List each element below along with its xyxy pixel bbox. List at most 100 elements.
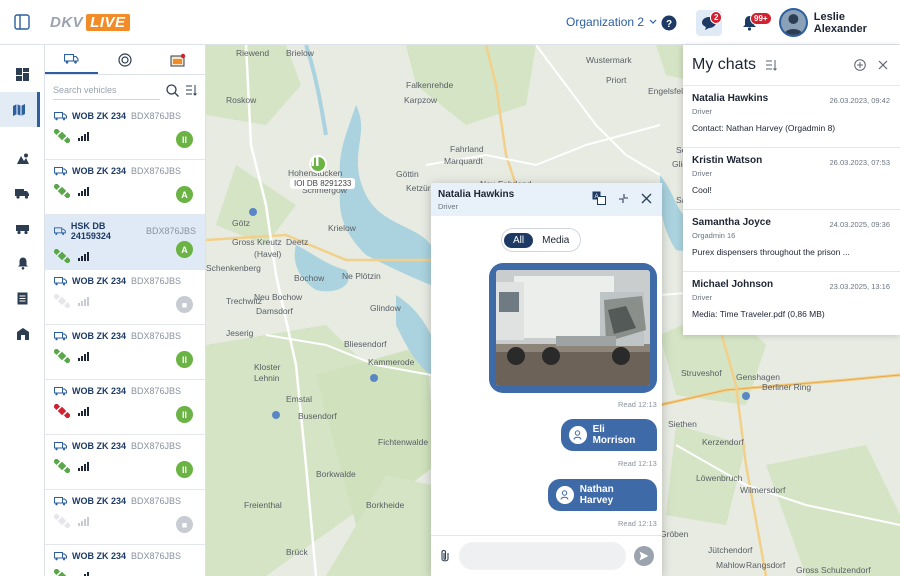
sidebar-toggle-button[interactable] bbox=[0, 0, 44, 44]
organization-selector[interactable]: Organization 2 bbox=[566, 15, 657, 29]
vehicle-plate: WOB ZK 234 bbox=[72, 551, 127, 561]
truck-icon bbox=[54, 111, 67, 120]
tab-fuel-cards[interactable] bbox=[152, 45, 205, 74]
places-icon bbox=[16, 153, 29, 164]
chat-composer bbox=[431, 535, 662, 576]
vehicle-status-indicator: II bbox=[176, 406, 193, 423]
user-menu[interactable]: Leslie Alexander bbox=[779, 8, 900, 37]
contact-icon bbox=[556, 486, 574, 504]
map-place-label: Freienthal bbox=[244, 500, 282, 510]
reports-icon bbox=[17, 292, 28, 305]
vehicle-row[interactable]: WOB ZK 234 BDX876JBS II bbox=[45, 325, 205, 380]
help-button[interactable]: ? bbox=[656, 10, 682, 36]
sort-icon[interactable] bbox=[765, 59, 777, 71]
contact-name: Eli Morrison bbox=[592, 424, 636, 446]
filter-media-button[interactable]: Media bbox=[533, 233, 578, 248]
map-place-label: Brielow bbox=[286, 48, 314, 58]
vehicle-row[interactable]: WOB ZK 234 BDX876JBS ■ bbox=[45, 490, 205, 545]
vehicle-status-indicator: A bbox=[176, 241, 193, 258]
vehicle-row-status bbox=[54, 184, 196, 198]
vehicle-row[interactable]: HSK DB 24159324 BDX876JBS A bbox=[45, 215, 205, 270]
chat-item-preview: Cool! bbox=[692, 185, 712, 195]
paperclip-icon[interactable] bbox=[439, 549, 451, 564]
image-message[interactable] bbox=[489, 263, 657, 393]
map-place-label: Jeserig bbox=[226, 328, 254, 338]
new-chat-icon[interactable] bbox=[854, 59, 866, 71]
vehicle-row[interactable]: WOB ZK 234 BDX876JBS II bbox=[45, 435, 205, 490]
messages-button[interactable]: 2 bbox=[696, 10, 723, 36]
tab-vehicles[interactable] bbox=[45, 45, 99, 74]
vehicle-search-input[interactable] bbox=[53, 80, 160, 100]
notifications-button[interactable]: 99+ bbox=[736, 10, 772, 36]
truck-icon bbox=[54, 386, 67, 395]
satellite-icon bbox=[54, 349, 70, 363]
vehicle-row[interactable]: WOB ZK 234 BDX876JBS II bbox=[45, 380, 205, 435]
map-place-label: Roskow bbox=[226, 95, 257, 105]
vehicle-row[interactable]: WOB ZK 234 BDX876JBS ■ bbox=[45, 270, 205, 325]
chat-item-date: 26.03.2023, 07:53 bbox=[829, 158, 890, 167]
send-button[interactable] bbox=[634, 546, 654, 566]
close-icon[interactable] bbox=[878, 60, 888, 70]
signal-strength-icon bbox=[78, 296, 89, 306]
vehicle-row-status bbox=[54, 294, 196, 308]
contact-message-eli[interactable]: Eli Morrison bbox=[561, 419, 657, 451]
map-place-label: Borkwalde bbox=[316, 469, 356, 479]
signal-strength-icon bbox=[78, 461, 89, 471]
vehicle-code: BDX876JBS bbox=[131, 496, 182, 506]
message-input[interactable] bbox=[459, 542, 626, 570]
rail-map[interactable] bbox=[0, 92, 40, 127]
panel-icon bbox=[14, 14, 30, 30]
dkv-live-logo[interactable]: DKV LIVE bbox=[50, 13, 130, 31]
truck-icon bbox=[54, 276, 67, 285]
translate-icon[interactable]: A bbox=[592, 191, 606, 205]
tab-drivers[interactable] bbox=[98, 45, 151, 74]
chat-list-item[interactable]: Samantha Joyce 24.03.2025, 09:36 Orgadmin … bbox=[683, 209, 900, 271]
vehicle-panel-tabs bbox=[45, 45, 205, 75]
truck-icon bbox=[64, 53, 79, 64]
chat-list-item[interactable]: Natalia Hawkins 26.03.2023, 09:42 Driver Co… bbox=[683, 85, 900, 147]
filter-all-button[interactable]: All bbox=[504, 232, 534, 248]
truck-icon bbox=[54, 226, 66, 235]
map-place-label: Gröben bbox=[660, 529, 689, 539]
close-icon[interactable] bbox=[641, 193, 652, 204]
top-bar: DKV LIVE Organization 2 ? 2 99+ Leslie A… bbox=[0, 0, 900, 45]
map-place-label: Busendorf bbox=[298, 411, 337, 421]
map-place-label: Göttin bbox=[396, 169, 419, 179]
vehicle-map-marker[interactable] bbox=[309, 155, 327, 173]
map-place-label: Schenkenberg bbox=[206, 263, 261, 273]
rail-routes[interactable] bbox=[0, 211, 45, 246]
vehicle-row[interactable]: WOB ZK 234 BDX876JBS bbox=[45, 545, 205, 576]
rail-alerts[interactable] bbox=[0, 246, 45, 281]
steering-wheel-icon bbox=[118, 52, 132, 67]
search-icon[interactable] bbox=[166, 83, 179, 97]
map-place-label: Gross Schulzendorf bbox=[796, 565, 871, 575]
rail-depots[interactable] bbox=[0, 316, 45, 351]
sort-icon[interactable] bbox=[185, 84, 197, 96]
truck-icon bbox=[54, 166, 67, 175]
contact-message-nathan[interactable]: Nathan Harvey bbox=[548, 479, 657, 511]
vehicle-status-indicator: II bbox=[176, 351, 193, 368]
truck-accident-image bbox=[496, 270, 650, 386]
rail-vehicles[interactable] bbox=[0, 176, 45, 211]
trailer-icon bbox=[16, 224, 29, 234]
vehicle-status-indicator: II bbox=[176, 131, 193, 148]
map-place-label: Ne Plötzin bbox=[342, 271, 381, 281]
contact-name: Nathan Harvey bbox=[579, 484, 614, 506]
chat-list-item[interactable]: Michael Johnson 23.03.2025, 13:16 Driver Me… bbox=[683, 271, 900, 333]
send-icon bbox=[639, 551, 649, 561]
chat-item-role: Orgadmin 16 bbox=[692, 231, 736, 240]
vehicle-row[interactable]: WOB ZK 234 BDX876JBS II bbox=[45, 105, 205, 160]
minimize-icon[interactable] bbox=[618, 193, 629, 204]
vehicle-row-status bbox=[54, 129, 196, 143]
signal-strength-icon bbox=[78, 516, 89, 526]
satellite-icon bbox=[54, 514, 70, 528]
svg-text:?: ? bbox=[666, 19, 672, 30]
rail-places[interactable] bbox=[0, 141, 45, 176]
rail-reports[interactable] bbox=[0, 281, 45, 316]
truck-icon bbox=[15, 189, 29, 199]
vehicle-row[interactable]: WOB ZK 234 BDX876JBS A bbox=[45, 160, 205, 215]
help-icon: ? bbox=[661, 15, 677, 31]
rail-dashboard[interactable] bbox=[0, 57, 45, 92]
map-place-label: Karpzow bbox=[404, 95, 438, 105]
chat-list-item[interactable]: Kristin Watson 26.03.2023, 07:53 Driver Coo… bbox=[683, 147, 900, 209]
